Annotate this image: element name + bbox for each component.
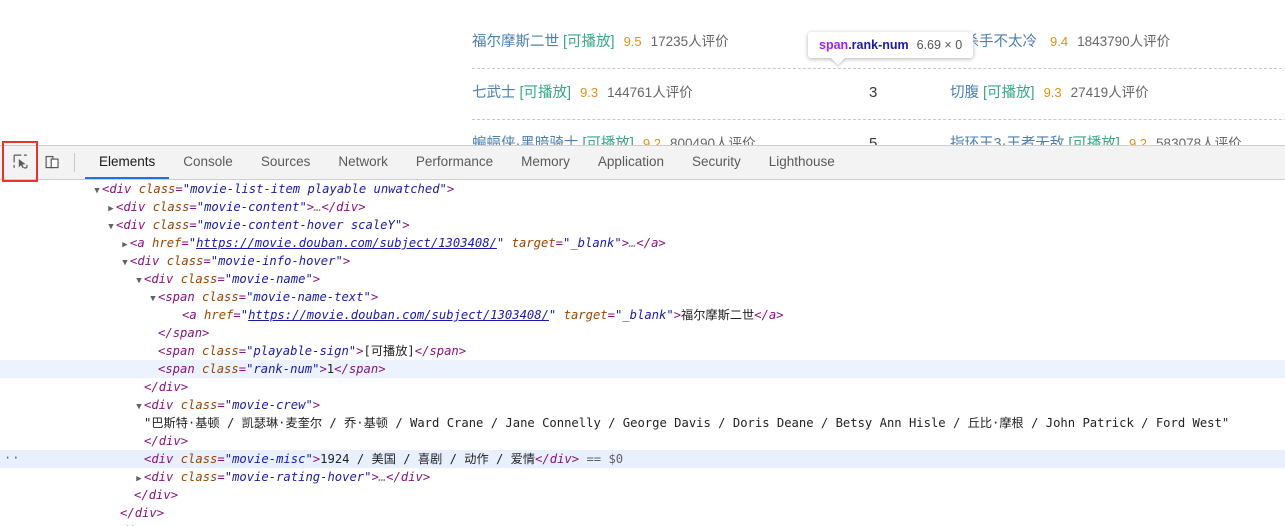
- movie-name-link[interactable]: 指环王3·王者无敌: [950, 136, 1064, 145]
- movie-rating: 9.2: [1128, 136, 1148, 145]
- movie-rating: 9.5: [623, 34, 642, 49]
- element-inspect-tooltip: span.rank-num 6.69 × 0: [808, 32, 974, 65]
- movie-votes: 800490人评价: [669, 136, 756, 145]
- movie-title-anchor[interactable]: 七武士: [472, 85, 516, 101]
- movie-rating: 9.3: [1043, 85, 1062, 100]
- movie-item-right[interactable]: 个杀手不太冷 9.4 1843790人评价: [950, 33, 1170, 51]
- device-toggle-icon: [45, 155, 59, 169]
- dom-node-close-span[interactable]: </span>: [0, 324, 1285, 342]
- dom-node-close-list-item[interactable]: </div>: [0, 522, 1285, 526]
- rank-num: 3: [869, 84, 878, 101]
- rank-num: 5: [869, 135, 878, 145]
- screen: 福尔摩斯二世 [可播放] 9.5 17235人评价 个杀手不太冷 9.4 1843790人…: [0, 0, 1285, 526]
- dom-text-playable-sign: [可播放]: [363, 344, 415, 358]
- tab-application[interactable]: Application: [584, 146, 678, 179]
- dom-text-movie-title: 福尔摩斯二世: [681, 308, 755, 322]
- devtools-toolbar: Elements Console Sources Network Perform…: [0, 141, 1285, 182]
- dom-node-movie-name-text[interactable]: ▼ <span class="movie-name-text">: [0, 288, 1285, 306]
- movie-title-anchor[interactable]: 切腹: [950, 85, 979, 101]
- dom-node-movie-info-hover[interactable]: ▼ <div class="movie-info-hover">: [0, 252, 1285, 270]
- inspect-cursor-icon: [13, 154, 27, 169]
- dom-node-movie-name[interactable]: ▼ <div class="movie-name">: [0, 270, 1285, 288]
- tab-memory[interactable]: Memory: [507, 146, 584, 179]
- dom-attr-href-link[interactable]: https://movie.douban.com/subject/1303408…: [196, 236, 497, 250]
- dom-node-movie-content[interactable]: ▶ <div class="movie-content">…</div>: [0, 198, 1285, 216]
- movie-title-anchor[interactable]: 福尔摩斯二世: [472, 34, 559, 50]
- movie-row: 七武士 [可播放] 9.3 144761人评价 3 切腹 [可播放] 9.3 27419人评…: [472, 69, 1285, 120]
- inspect-element-icon[interactable]: [2, 141, 38, 182]
- tab-elements[interactable]: Elements: [85, 146, 170, 179]
- playable-sign: [可播放]: [519, 85, 572, 101]
- movie-item-left[interactable]: 七武士 [可播放] 9.3 144761人评价: [472, 84, 693, 102]
- dom-node-close-movie-name[interactable]: </div>: [0, 378, 1285, 396]
- movie-rating: 9.4: [1050, 34, 1069, 49]
- movie-name-link[interactable]: 福尔摩斯二世: [472, 34, 559, 50]
- device-toolbar-icon[interactable]: [36, 146, 68, 179]
- movie-item-left[interactable]: 福尔摩斯二世 [可播放] 9.5 17235人评价: [472, 33, 729, 51]
- dom-crew-string: "巴斯特·基顿 / 凯瑟琳·麦奎尔 / 乔·基顿 / Ward Crane / …: [144, 416, 1230, 430]
- dom-node-movie-misc[interactable]: ·· <div class="movie-misc">1924 / 美国 / 喜剧…: [0, 450, 1285, 468]
- movie-item-left[interactable]: 蝙蝠侠·黑暗骑士 [可播放] 9.2 800490人评价: [472, 135, 756, 145]
- dom-text-movie-misc: 1924 / 美国 / 喜剧 / 动作 / 爱情: [320, 452, 536, 466]
- devtools-tab-bar: Elements Console Sources Network Perform…: [85, 146, 849, 179]
- dom-attr-href-link[interactable]: https://movie.douban.com/subject/1303408…: [248, 308, 549, 322]
- dom-node-movie-content-hover[interactable]: ▼ <div class="movie-content-hover scaleY"…: [0, 216, 1285, 234]
- movie-name-link[interactable]: 蝙蝠侠·黑暗骑士: [472, 136, 578, 145]
- movie-item-right[interactable]: 切腹 [可播放] 9.3 27419人评价: [950, 84, 1149, 102]
- tooltip-dimensions: 6.69 × 0: [916, 38, 963, 52]
- dom-node-close-content-hover[interactable]: </div>: [0, 504, 1285, 522]
- movie-votes: 1843790人评价: [1077, 34, 1171, 49]
- movie-name-link[interactable]: 七武士: [472, 85, 516, 101]
- movie-title-anchor[interactable]: 蝙蝠侠·黑暗骑士: [472, 136, 578, 145]
- movie-votes: 27419人评价: [1070, 85, 1149, 100]
- movie-name-link[interactable]: 切腹: [950, 85, 979, 101]
- dom-node-playable-sign[interactable]: <span class="playable-sign">[可播放]</span>: [0, 342, 1285, 360]
- dom-tree[interactable]: ▼ <div class="movie-list-item playable un…: [0, 180, 1285, 526]
- dom-node-movie-crew[interactable]: ▼ <div class="movie-crew">: [0, 396, 1285, 414]
- dom-node-title-anchor[interactable]: ▸<a href="https://movie.douban.com/subje…: [0, 306, 1285, 324]
- movie-votes: 17235人评价: [650, 34, 729, 49]
- playable-sign: [可播放]: [983, 85, 1035, 101]
- movie-rating: 9.3: [580, 85, 599, 100]
- movie-votes: 583078人评价: [1156, 136, 1242, 145]
- movie-votes: 144761人评价: [607, 85, 693, 100]
- dom-node-close-info-hover[interactable]: </div>: [0, 486, 1285, 504]
- tab-sources[interactable]: Sources: [247, 146, 325, 179]
- tooltip-selector: span.rank-num: [819, 38, 909, 52]
- dom-text-movie-crew[interactable]: "巴斯特·基顿 / 凯瑟琳·麦奎尔 / 乔·基顿 / Ward Crane / …: [0, 414, 1285, 432]
- devtools-panel: Elements Console Sources Network Perform…: [0, 141, 1285, 526]
- playable-sign: [可播放]: [563, 34, 615, 50]
- dom-node-hover-anchor[interactable]: ▶ <a href="https://movie.douban.com/subje…: [0, 234, 1285, 252]
- tab-network[interactable]: Network: [324, 146, 402, 179]
- movie-row: 蝙蝠侠·黑暗骑士 [可播放] 9.2 800490人评价 5 指环王3·王者无敌 [可播…: [472, 120, 1285, 145]
- tab-security[interactable]: Security: [678, 146, 755, 179]
- web-page-viewport: 福尔摩斯二世 [可播放] 9.5 17235人评价 个杀手不太冷 9.4 1843790人…: [0, 0, 1285, 145]
- movie-item-right[interactable]: 指环王3·王者无敌 [可播放] 9.2 583078人评价: [950, 135, 1242, 145]
- tab-console[interactable]: Console: [169, 146, 247, 179]
- selected-node-ref: == $0: [586, 452, 624, 466]
- toolbar-divider: [74, 153, 75, 172]
- tooltip-class-name: .rank-num: [848, 38, 909, 52]
- tooltip-tag-name: span: [819, 38, 849, 52]
- dom-node-movie-rating-hover[interactable]: ▶ <div class="movie-rating-hover">…</div>: [0, 468, 1285, 486]
- tab-lighthouse[interactable]: Lighthouse: [755, 146, 849, 179]
- dom-node-rank-num[interactable]: <span class="rank-num">1</span>: [0, 360, 1285, 378]
- movie-title-anchor[interactable]: 指环王3·王者无敌: [950, 136, 1064, 145]
- tooltip-arrow: [830, 57, 846, 65]
- dom-node-movie-list-item[interactable]: ▼ <div class="movie-list-item playable un…: [0, 180, 1285, 198]
- movie-rating: 9.2: [642, 136, 661, 145]
- dom-node-close-movie-crew[interactable]: </div>: [0, 432, 1285, 450]
- node-badge-dots[interactable]: ··: [4, 449, 20, 467]
- playable-sign: [可播放]: [1068, 136, 1120, 145]
- tab-performance[interactable]: Performance: [402, 146, 507, 179]
- playable-sign: [可播放]: [582, 136, 634, 145]
